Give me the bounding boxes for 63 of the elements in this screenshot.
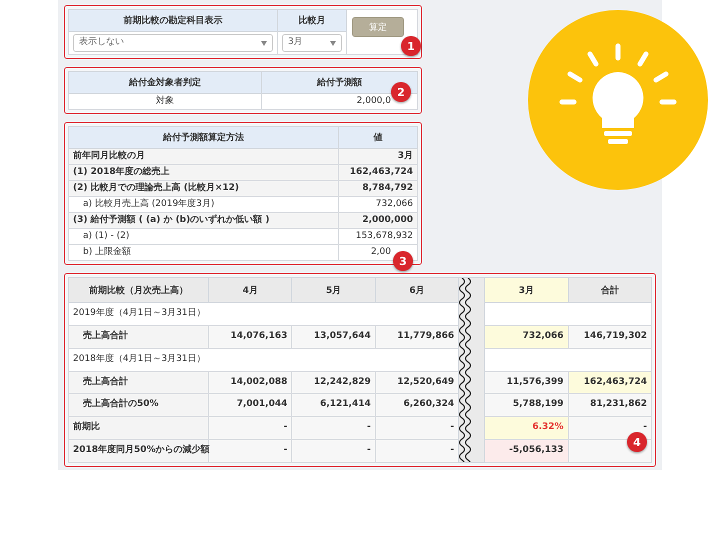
column-header: 前期比較の勘定科目表示 (68, 10, 278, 32)
table-cell: 対象 (68, 94, 262, 110)
table-cell: -5,056,133 (484, 440, 568, 462)
row-label: (2) 比較月での理論売上高 (比較月×12) (68, 180, 338, 196)
break-line-icon (459, 278, 474, 462)
row-label: a) (1) - (2) (68, 228, 338, 244)
table-cell: - (208, 440, 292, 462)
row-label: (3) 給付予測額 ( (a) か (b)のいずれか低い額 ) (68, 212, 338, 228)
dropdown-arrow-icon (330, 40, 336, 46)
column-header: 値 (338, 126, 418, 148)
table-cell: 6,260,324 (375, 394, 459, 417)
table-cell: 146,719,302 (568, 325, 652, 348)
table-cell: - (292, 440, 376, 462)
column-header: 6月 (375, 278, 459, 303)
table-cell: - (375, 440, 459, 462)
row-label: 2018年度同月50%からの減少額 (68, 440, 208, 462)
row-label: 売上高合計 (68, 371, 208, 394)
column-header: 比較月 (278, 10, 346, 32)
table-cell: 81,231,862 (568, 394, 652, 417)
row-label: 前期比 (68, 416, 208, 440)
table-cell: - (208, 416, 292, 440)
column-header: 5月 (292, 278, 376, 303)
table-cell: 6,121,414 (292, 394, 376, 417)
month-select[interactable]: 3月 (282, 34, 342, 52)
step-badge: 1 (401, 36, 421, 56)
table-cell: 3月 (338, 148, 418, 164)
row-label: 前年同月比較の月 (68, 148, 338, 164)
table-cell: 7,001,044 (208, 394, 292, 417)
row-label: b) 上限金額 (68, 244, 338, 260)
step-badge: 3 (393, 251, 413, 271)
column-header: 3月 (484, 278, 568, 303)
table-cell: 153,678,932 (338, 228, 418, 244)
row-label: a) 比較月売上高 (2019年度3月) (68, 196, 338, 212)
row-label: (1) 2018年度の総売上 (68, 164, 338, 180)
table-cell: - (375, 416, 459, 440)
table-cell: 11,779,866 (375, 325, 459, 348)
table-cell: 11,576,399 (484, 371, 568, 394)
column-header: 前期比較（月次売上高） (68, 278, 208, 303)
section-label: 2019年度（4月1日～3月31日） (68, 302, 459, 326)
section-label: 2018年度（4月1日～3月31日） (68, 348, 459, 372)
account-select[interactable]: 表示しない (73, 34, 273, 52)
table-cell: 6.32% (484, 416, 568, 440)
table-cell: 732,066 (484, 325, 568, 348)
table-cell: 14,002,088 (208, 371, 292, 394)
table-cell: 13,057,644 (292, 325, 376, 348)
table-cell: 162,463,724 (338, 164, 418, 180)
table-cell: 12,242,829 (292, 371, 376, 394)
table-cell: - (292, 416, 376, 440)
column-header: 合計 (568, 278, 652, 303)
table-cell: 12,520,649 (375, 371, 459, 394)
column-header: 給付予測額算定方法 (68, 126, 338, 148)
column-header: 4月 (208, 278, 292, 303)
table-cell: 2,000,000 (338, 212, 418, 228)
table-cell: 14,076,163 (208, 325, 292, 348)
row-label: 売上高合計 (68, 325, 208, 348)
table-cell: 162,463,724 (568, 371, 652, 394)
table-cell: 8,784,792 (338, 180, 418, 196)
table-cell: 732,066 (338, 196, 418, 212)
dropdown-arrow-icon (261, 40, 267, 46)
table-cell: 5,788,199 (484, 394, 568, 417)
row-label: 売上高合計の50% (68, 394, 208, 417)
column-header: 給付金対象者判定 (68, 72, 262, 94)
lightbulb-icon (528, 10, 708, 190)
